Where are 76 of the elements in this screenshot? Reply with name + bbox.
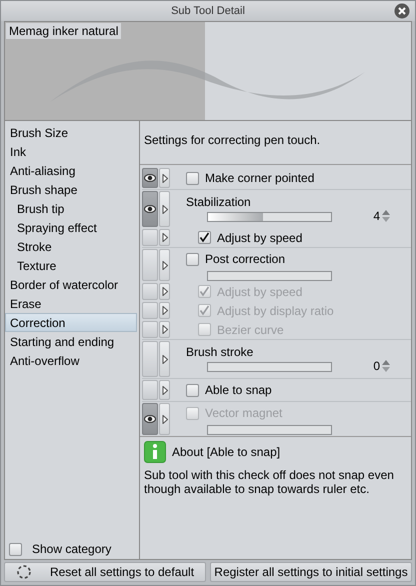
help-text: Sub tool with this check off does not snap even though available to snap towards ruler etc. (144, 468, 395, 496)
checkbox[interactable] (186, 384, 199, 396)
description-text: Settings for correcting pen touch. (144, 133, 320, 147)
help-title: About [Able to snap] (172, 445, 280, 459)
checkbox[interactable] (198, 231, 211, 244)
setting-label: Post correction (205, 252, 286, 266)
expand-button[interactable] (159, 229, 170, 246)
brush-name: Memag inker natural (6, 23, 122, 39)
window-title: Sub Tool Detail (171, 5, 245, 17)
visibility-toggle[interactable] (142, 341, 158, 377)
category-item[interactable]: Brush tip (5, 199, 137, 218)
visibility-toggle[interactable] (142, 380, 158, 400)
checkbox[interactable] (9, 542, 22, 556)
eye-icon (144, 415, 156, 423)
triangle-icon (162, 306, 168, 315)
category-item[interactable]: Anti-aliasing (5, 161, 137, 180)
spinner-arrows-icon[interactable] (381, 359, 391, 373)
category-item[interactable]: Texture (5, 256, 137, 275)
expand-button[interactable] (159, 168, 170, 188)
expand-button[interactable] (159, 380, 170, 400)
register-button[interactable]: Register all settings to initial settings (210, 562, 412, 582)
visibility-toggle[interactable] (142, 229, 158, 246)
slider-track[interactable] (207, 362, 332, 372)
visibility-toggle[interactable] (142, 168, 158, 188)
setting-label: Brush stroke (186, 345, 254, 359)
triangle-icon (162, 260, 168, 270)
setting-label: Adjust by speed (217, 230, 302, 244)
expand-button[interactable] (159, 321, 170, 338)
category-item[interactable]: Starting and ending (5, 332, 137, 351)
slider-track[interactable] (207, 270, 332, 280)
close-button[interactable] (394, 3, 410, 19)
eye-icon (144, 205, 156, 213)
expand-button[interactable] (159, 403, 170, 435)
slider-track[interactable] (207, 424, 332, 434)
triangle-icon (162, 204, 168, 214)
setting-label: Bezier curve (217, 322, 284, 336)
show-category-label: Show category (32, 542, 112, 556)
expand-button[interactable] (159, 283, 170, 300)
expand-button[interactable] (159, 249, 170, 281)
category-item[interactable]: Stroke (5, 237, 137, 256)
reset-icon (16, 564, 32, 580)
setting-label: Vector magnet (205, 406, 282, 420)
setting-label: Adjust by display ratio (217, 304, 334, 318)
setting-label: Able to snap (205, 383, 272, 397)
visibility-toggle[interactable] (142, 249, 158, 281)
category-item[interactable]: Anti-overflow (5, 351, 137, 370)
category-item[interactable]: Correction (5, 313, 137, 332)
expand-button[interactable] (159, 341, 170, 377)
triangle-icon (162, 414, 168, 424)
category-item[interactable]: Brush Size (5, 123, 137, 142)
value-text: 4 (373, 209, 380, 223)
checkbox[interactable] (186, 172, 199, 184)
triangle-icon (162, 386, 168, 394)
category-item[interactable]: Ink (5, 142, 137, 161)
eye-icon (144, 174, 156, 182)
expand-button[interactable] (159, 302, 170, 319)
category-item[interactable]: Brush shape (5, 180, 137, 199)
triangle-icon (162, 287, 168, 296)
category-item[interactable]: Erase (5, 294, 137, 313)
triangle-icon (162, 233, 168, 242)
value-text: 0 (373, 359, 380, 373)
checkbox[interactable] (186, 252, 199, 266)
reset-button[interactable]: Reset all settings to default (4, 562, 206, 582)
setting-label: Make corner pointed (205, 171, 314, 185)
triangle-icon (162, 325, 168, 334)
info-icon (144, 441, 166, 463)
visibility-toggle[interactable] (142, 191, 158, 227)
category-item[interactable]: Border of watercolor (5, 275, 137, 294)
triangle-icon (162, 174, 168, 182)
setting-label: Stabilization (186, 195, 251, 209)
category-item[interactable]: Spraying effect (5, 218, 137, 237)
setting-label: Adjust by speed (217, 284, 302, 298)
triangle-icon (162, 354, 168, 364)
expand-button[interactable] (159, 191, 170, 227)
spinner-arrows-icon[interactable] (381, 209, 391, 223)
slider-track[interactable] (207, 212, 332, 222)
